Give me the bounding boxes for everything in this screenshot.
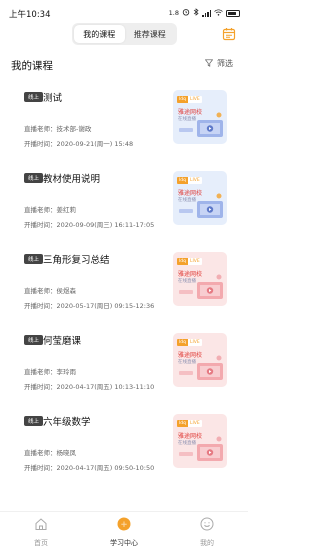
nav-home[interactable]: 首页 [16,516,66,548]
calendar-icon[interactable] [222,26,236,41]
alarm-icon [182,8,190,18]
online-badge: 线上 [24,254,43,264]
online-badge: 线上 [24,92,43,102]
live-stream-illustration [179,436,223,461]
battery-icon [226,9,240,17]
live-stream-illustration [179,193,223,218]
course-start-time: 开播时间：2020-05-17(周日) 09:15-12:36 [24,302,155,310]
course-thumbnail[interactable]: ldq LIVE 雅途网校 在线直播 [173,90,227,144]
course-teacher: 直播老师：侯煜森 [24,287,76,295]
tab-my-courses[interactable]: 我的课程 [74,25,125,43]
course-thumbnail[interactable]: ldq LIVE 雅途网校 在线直播 [173,333,227,387]
course-teacher: 直播老师：李玲雨 [24,368,76,376]
nav-label: 学习中心 [110,539,138,547]
course-start-time: 开播时间：2020-09-09(周三) 16:11-17:05 [24,221,155,229]
profile-icon [200,516,214,535]
course-item[interactable]: 线上 何莹磨课 直播老师：李玲雨 开播时间：2020-04-17(周五) 10:… [0,321,248,402]
status-bar: 上午10:34 1.8 [0,0,248,22]
course-start-time: 开播时间：2020-04-17(周五) 10:13-11:10 [24,383,155,391]
course-title: 教材使用说明 [43,174,101,185]
online-badge: 线上 [24,335,43,345]
online-badge: 线上 [24,416,43,426]
course-item[interactable]: 线上 测试 直播老师：技术部-谢政 开播时间：2020-09-21(周一) 15… [0,78,248,159]
course-thumbnail[interactable]: ldq LIVE 雅途网校 在线直播 [173,252,227,306]
nav-label: 首页 [34,539,48,547]
bottom-nav: 首页 学习中心 我的 [0,511,248,550]
course-teacher: 直播老师：技术部-谢政 [24,125,92,133]
course-title: 测试 [43,93,63,104]
status-icons: 1.8 [169,8,240,18]
bluetooth-icon [193,8,199,18]
course-start-time: 开播时间：2020-09-21(周一) 15:48 [24,140,134,148]
live-stream-illustration [179,355,223,380]
nav-profile[interactable]: 我的 [182,516,232,548]
study-center-icon [117,516,131,535]
course-item[interactable]: 线上 教材使用说明 直播老师：姜红莉 开播时间：2020-09-09(周三) 1… [0,159,248,240]
online-badge: 线上 [24,173,43,183]
live-stream-illustration [179,112,223,137]
course-thumbnail[interactable]: ldq LIVE 雅途网校 在线直播 [173,171,227,225]
nav-study-center[interactable]: 学习中心 [99,516,149,548]
wifi-icon [214,8,223,18]
course-thumbnail[interactable]: ldq LIVE 雅途网校 在线直播 [173,414,227,468]
course-tab-switcher: 我的课程 推荐课程 [72,23,177,45]
filter-button[interactable]: 筛选 [204,58,233,69]
course-start-time: 开播时间：2020-04-17(周五) 09:50-10:50 [24,464,155,472]
filter-icon [204,58,214,69]
live-stream-illustration [179,274,223,299]
filter-label: 筛选 [217,59,233,68]
course-title: 三角形复习总结 [43,255,110,266]
course-item[interactable]: 线上 六年级数学 直播老师：杨晓凤 开播时间：2020-04-17(周五) 09… [0,402,248,483]
nav-label: 我的 [200,539,214,547]
status-time: 上午10:34 [9,10,51,20]
course-title: 何莹磨课 [43,336,82,347]
network-speed: 1.8 [168,9,179,17]
course-title: 六年级数学 [43,417,91,428]
tab-recommended-courses[interactable]: 推荐课程 [125,25,176,43]
course-list: 线上 测试 直播老师：技术部-谢政 开播时间：2020-09-21(周一) 15… [0,78,248,483]
course-item[interactable]: 线上 三角形复习总结 直播老师：侯煜森 开播时间：2020-05-17(周日) … [0,240,248,321]
page-title: 我的课程 [11,60,53,72]
course-teacher: 直播老师：杨晓凤 [24,449,76,457]
signal-icon [202,9,211,17]
course-teacher: 直播老师：姜红莉 [24,206,76,214]
home-icon [34,516,48,535]
